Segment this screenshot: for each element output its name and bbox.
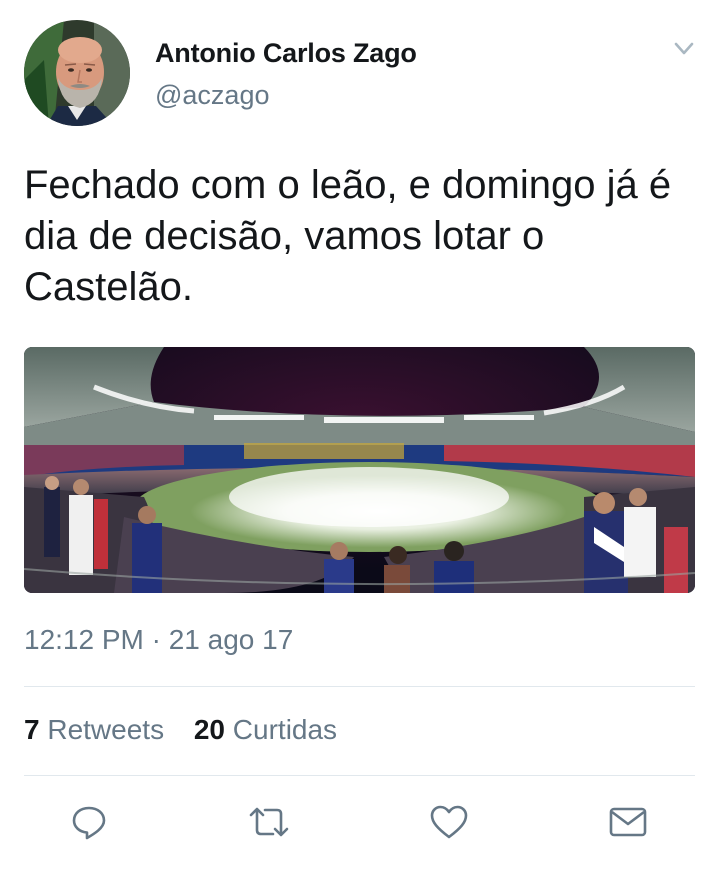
avatar[interactable] <box>24 20 130 126</box>
retweet-icon <box>247 803 291 846</box>
message-button[interactable] <box>608 804 648 844</box>
engagement-stats: 7 Retweets 20 Curtidas <box>24 714 359 746</box>
retweets-count: 7 <box>24 714 40 745</box>
divider <box>24 686 695 687</box>
retweets-stat[interactable]: 7 Retweets <box>24 714 164 745</box>
tweet-timestamp[interactable]: 12:12 PM · 21 ago 17 <box>24 624 293 656</box>
tweet-text: Fechado com o leão, e domingo já é dia d… <box>24 163 672 309</box>
heart-icon <box>429 803 469 846</box>
likes-stat[interactable]: 20 Curtidas <box>194 714 337 745</box>
author-handle[interactable]: @aczago <box>155 80 269 111</box>
like-button[interactable] <box>429 804 469 844</box>
tweet-card: Antonio Carlos Zago @aczago Fechado com … <box>0 0 718 878</box>
chevron-down-icon[interactable] <box>670 38 698 60</box>
tweet-media-image[interactable] <box>24 347 695 593</box>
reply-button[interactable] <box>69 804 109 844</box>
retweets-label: Retweets <box>47 714 165 745</box>
reply-icon <box>70 803 108 846</box>
author-name[interactable]: Antonio Carlos Zago <box>155 38 417 69</box>
retweet-button[interactable] <box>249 804 289 844</box>
likes-label: Curtidas <box>232 714 338 745</box>
divider <box>24 775 695 776</box>
envelope-icon <box>608 805 648 844</box>
likes-count: 20 <box>193 714 226 745</box>
